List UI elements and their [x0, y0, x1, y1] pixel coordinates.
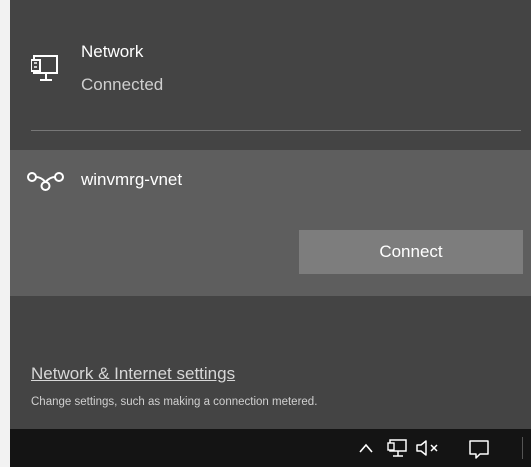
section-divider	[31, 130, 521, 131]
network-icon[interactable]	[387, 437, 409, 459]
volume-muted-icon[interactable]	[414, 437, 444, 459]
settings-description: Change settings, such as making a connec…	[31, 396, 318, 408]
connect-button[interactable]: Connect	[299, 230, 523, 274]
screen: Network Connected winvmrg-vnet Connect N…	[0, 0, 531, 467]
show-desktop-edge[interactable]	[522, 437, 523, 459]
action-center-icon[interactable]	[468, 438, 490, 460]
vpn-link-icon	[27, 172, 64, 191]
taskbar	[10, 429, 531, 467]
vpn-connection-item[interactable]: winvmrg-vnet Connect	[10, 150, 531, 296]
ethernet-status: Connected	[81, 75, 164, 94]
vpn-name: winvmrg-vnet	[81, 170, 183, 189]
network-flyout: Network Connected winvmrg-vnet Connect N…	[10, 0, 531, 429]
ethernet-monitor-icon	[31, 55, 58, 81]
ethernet-title: Network	[81, 42, 144, 61]
network-internet-settings-link[interactable]: Network & Internet settings	[31, 364, 235, 384]
ethernet-connection-item[interactable]: Network Connected	[10, 0, 531, 130]
chevron-up-icon[interactable]	[358, 439, 374, 457]
